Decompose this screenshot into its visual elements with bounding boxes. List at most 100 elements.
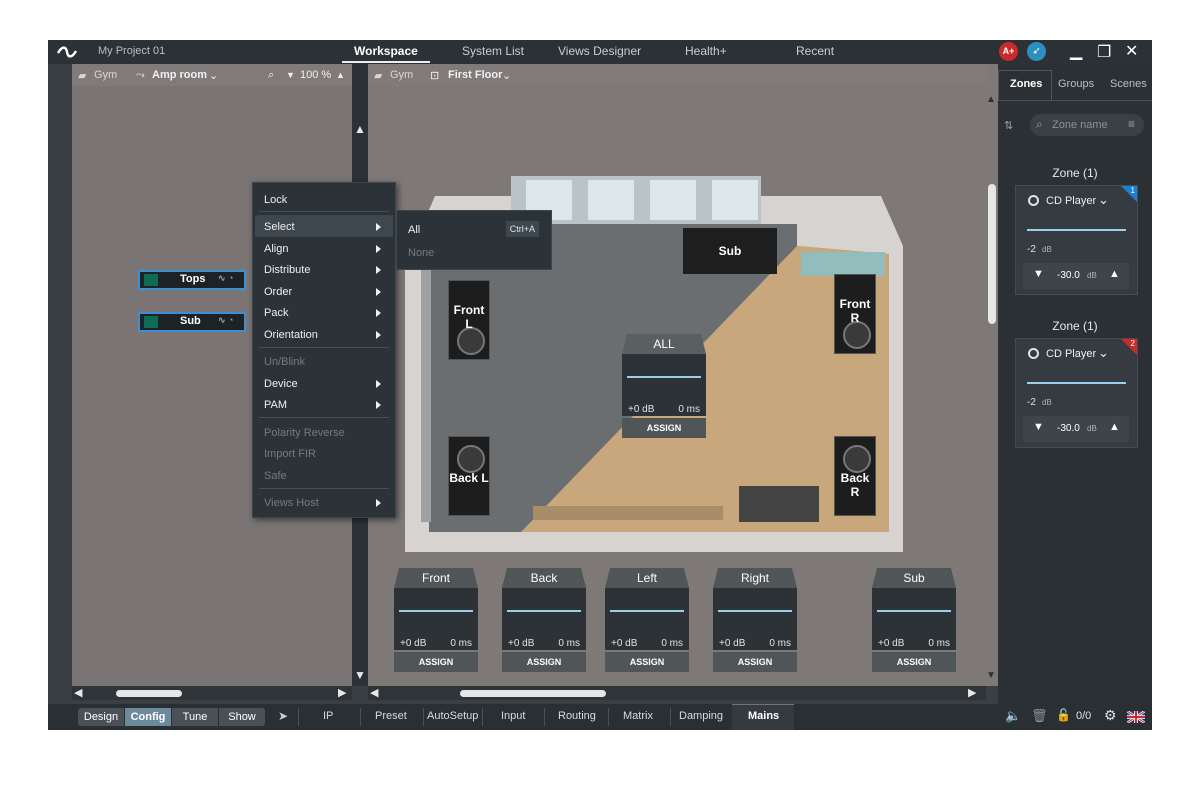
assign-button[interactable]: ASSIGN xyxy=(622,418,706,438)
chevron-down-icon[interactable]: ⌄ xyxy=(209,69,218,82)
scroll-up-icon[interactable]: ▲ xyxy=(354,122,366,136)
rocket-icon[interactable]: ➶ xyxy=(1027,42,1046,61)
scroll-right-icon[interactable]: ▶ xyxy=(968,686,976,699)
speaker-back-r[interactable]: Back R xyxy=(834,436,876,516)
tab-zones[interactable]: Zones xyxy=(1010,78,1042,90)
menu-item-device[interactable]: Device xyxy=(264,378,298,390)
tab-mains[interactable]: Mains xyxy=(748,710,779,722)
tab-health[interactable]: Health+ xyxy=(685,44,727,58)
level-line[interactable] xyxy=(610,610,684,612)
level-line[interactable] xyxy=(627,376,701,378)
tab-recent[interactable]: Recent xyxy=(796,44,834,58)
speaker-back-l[interactable]: Back L xyxy=(448,436,490,516)
scroll-right-icon[interactable]: ▶ xyxy=(338,686,346,699)
level-line[interactable] xyxy=(718,610,792,612)
level-line[interactable] xyxy=(877,610,951,612)
tab-workspace[interactable]: Workspace xyxy=(342,44,430,63)
breadcrumb-root[interactable]: Gym xyxy=(94,69,117,81)
device-tops[interactable]: Tops ∿ ◔ xyxy=(138,270,246,290)
menu-item-pam[interactable]: PAM xyxy=(264,399,287,411)
tab-matrix[interactable]: Matrix xyxy=(623,710,653,722)
fader-sub[interactable]: Sub +0 dB 0 ms ASSIGN xyxy=(872,568,956,678)
volume-up-icon[interactable]: ▲ xyxy=(1109,268,1120,280)
scroll-down-icon[interactable]: ▼ xyxy=(986,670,996,681)
source-select[interactable]: CD Player xyxy=(1046,195,1096,207)
tab-ip[interactable]: IP xyxy=(323,710,333,722)
menu-item-distribute[interactable]: Distribute xyxy=(264,264,310,276)
canvas-vscrollbar[interactable]: ▲ ▼ xyxy=(986,64,998,686)
tab-damping[interactable]: Damping xyxy=(679,710,723,722)
scroll-left-icon[interactable]: ◀ xyxy=(370,686,378,699)
level-line[interactable] xyxy=(1027,382,1126,384)
assign-button[interactable]: ASSIGN xyxy=(605,652,689,672)
mode-config[interactable]: Config xyxy=(125,708,171,726)
zone-card[interactable]: 1 CD Player ⌄ -2 dB ▼ -30.0 dB ▲ xyxy=(1015,185,1138,295)
chevron-down-icon[interactable]: ⌄ xyxy=(502,69,511,82)
breadcrumb-view[interactable]: Amp room xyxy=(152,69,207,81)
menu-item-lock[interactable]: Lock xyxy=(264,194,287,206)
tab-scenes[interactable]: Scenes xyxy=(1110,78,1147,90)
speaker-icon[interactable]: 🔈 xyxy=(1005,708,1021,724)
fader-front[interactable]: Front +0 dB 0 ms ASSIGN xyxy=(394,568,478,678)
zoom-down-icon[interactable]: ▼ xyxy=(286,70,295,80)
fader-right[interactable]: Right +0 dB 0 ms ASSIGN xyxy=(713,568,797,678)
submenu-item-all[interactable]: All xyxy=(408,224,420,236)
tab-views-designer[interactable]: Views Designer xyxy=(558,44,641,58)
menu-item-select[interactable]: Select xyxy=(264,221,295,233)
tab-preset[interactable]: Preset xyxy=(375,710,407,722)
mode-tune[interactable]: Tune xyxy=(172,708,218,726)
pointer-icon[interactable]: ➤ xyxy=(278,709,288,723)
tab-system-list[interactable]: System List xyxy=(462,44,524,58)
scroll-down-icon[interactable]: ▼ xyxy=(354,668,366,682)
source-select[interactable]: CD Player xyxy=(1046,348,1096,360)
menu-item-order[interactable]: Order xyxy=(264,286,292,298)
zone-card[interactable]: 2 CD Player ⌄ -2 dB ▼ -30.0 dB ▲ xyxy=(1015,338,1138,448)
zoom-up-icon[interactable]: ▲ xyxy=(336,70,345,80)
mode-show[interactable]: Show xyxy=(219,708,265,726)
search-input[interactable]: Zone name xyxy=(1052,119,1108,131)
tab-routing[interactable]: Routing xyxy=(558,710,596,722)
assign-button[interactable]: ASSIGN xyxy=(394,652,478,672)
menu-item-pack[interactable]: Pack xyxy=(264,307,288,319)
menu-item-orientation[interactable]: Orientation xyxy=(264,329,318,341)
fader-all[interactable]: ALL +0 dB 0 ms ASSIGN xyxy=(622,334,706,444)
source-radio-icon[interactable] xyxy=(1028,348,1039,359)
breadcrumb-root[interactable]: Gym xyxy=(390,69,413,81)
level-line[interactable] xyxy=(507,610,581,612)
fader-left[interactable]: Left +0 dB 0 ms ASSIGN xyxy=(605,568,689,678)
sort-icon[interactable]: ⇅ xyxy=(1004,119,1013,132)
scrollbar-thumb[interactable] xyxy=(460,690,606,697)
speaker-front-l[interactable]: Front L xyxy=(448,280,490,360)
speaker-sub[interactable]: Sub xyxy=(683,228,777,274)
close-icon[interactable]: ✕ xyxy=(1125,41,1138,61)
level-line[interactable] xyxy=(1027,229,1126,231)
menu-item-align[interactable]: Align xyxy=(264,243,288,255)
mode-design[interactable]: Design xyxy=(78,708,124,726)
canvas-hscrollbar[interactable]: ◀ ▶ xyxy=(368,686,986,700)
chevron-down-icon[interactable]: ⌄ xyxy=(1098,192,1109,208)
scroll-up-icon[interactable]: ▲ xyxy=(986,94,996,105)
device-sub[interactable]: Sub ∿ ◔ xyxy=(138,312,246,332)
source-radio-icon[interactable] xyxy=(1028,195,1039,206)
assign-button[interactable]: ASSIGN xyxy=(713,652,797,672)
left-hscrollbar[interactable]: ◀ ▶ xyxy=(72,686,352,700)
volume-up-icon[interactable]: ▲ xyxy=(1109,421,1120,433)
level-line[interactable] xyxy=(399,610,473,612)
assign-button[interactable]: ASSIGN xyxy=(502,652,586,672)
maximize-icon[interactable]: ❐ xyxy=(1097,42,1111,62)
fader-back[interactable]: Back +0 dB 0 ms ASSIGN xyxy=(502,568,586,678)
scrollbar-thumb[interactable] xyxy=(988,184,996,324)
breadcrumb-floor[interactable]: First Floor xyxy=(448,69,502,81)
tab-autosetup[interactable]: AutoSetup xyxy=(427,710,478,722)
tab-groups[interactable]: Groups xyxy=(1058,78,1094,90)
minimize-icon[interactable]: ▁ xyxy=(1070,41,1082,61)
lock-icon[interactable]: 🔓 xyxy=(1056,708,1071,722)
volume-down-icon[interactable]: ▼ xyxy=(1033,268,1044,280)
scroll-left-icon[interactable]: ◀ xyxy=(74,686,82,699)
filter-icon[interactable]: ≡ xyxy=(1128,117,1135,131)
tab-input[interactable]: Input xyxy=(501,710,525,722)
accessibility-badge[interactable]: A+ xyxy=(999,42,1018,61)
speaker-front-r[interactable]: Front R xyxy=(834,274,876,354)
language-flag-icon[interactable] xyxy=(1127,711,1145,723)
assign-button[interactable]: ASSIGN xyxy=(872,652,956,672)
